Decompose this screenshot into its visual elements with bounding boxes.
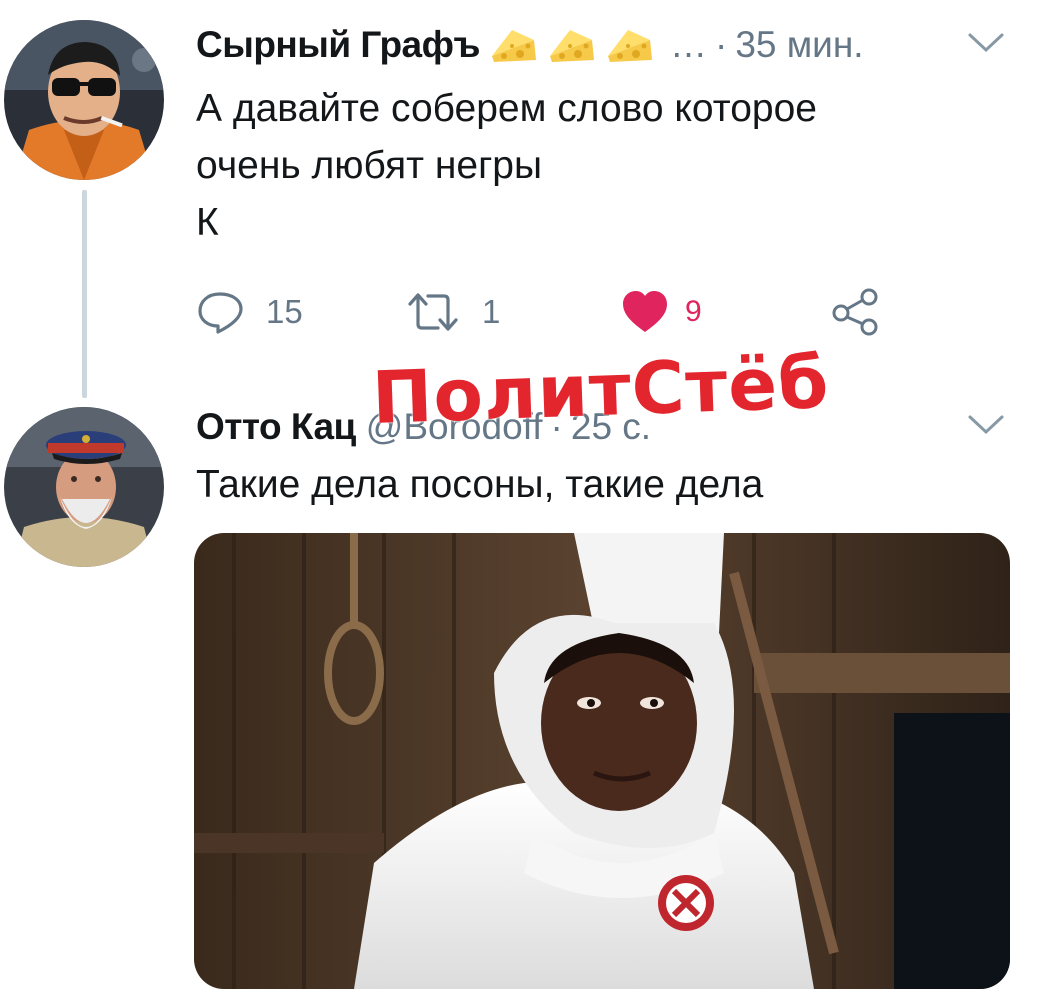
chevron-down-icon[interactable] [966, 412, 1006, 438]
tweet-timestamp[interactable]: 35 мин. [735, 24, 863, 66]
share-icon [832, 288, 878, 336]
retweet-count: 1 [482, 293, 501, 330]
avatar[interactable] [4, 407, 164, 567]
retweet-button[interactable]: 1 [404, 282, 500, 342]
thread-connector-line [82, 190, 87, 398]
separator-dot: · [714, 24, 728, 65]
retweet-icon [408, 293, 458, 331]
avatar-old-man-cap-image [4, 407, 164, 567]
share-button[interactable] [831, 282, 881, 342]
tweet-header: Сырный Графъ … · 35 мин. [196, 20, 864, 70]
tweet-actions: 15 1 9 [196, 282, 916, 342]
name-overflow-ellipsis: … [669, 24, 707, 65]
reply-count: 15 [266, 293, 303, 330]
heart-icon [623, 291, 667, 332]
tweet-text: А давайте соберем слово которое очень лю… [196, 87, 817, 244]
tweet-media-photo[interactable] [194, 533, 1010, 989]
author-name[interactable]: Отто Кац [196, 406, 356, 448]
author-name[interactable]: Сырный Графъ [196, 24, 480, 66]
reply-button[interactable]: 15 [196, 282, 303, 342]
watermark-text: ПолитСтёб [370, 340, 831, 440]
reply-icon [198, 292, 243, 334]
avatar-man-sunglasses-image [4, 20, 164, 180]
tweet-text: Такие дела посоны, такие дела [196, 463, 764, 506]
chevron-down-icon[interactable] [966, 30, 1006, 56]
cheese-emoji-icon [490, 26, 538, 64]
like-count: 9 [685, 295, 702, 328]
cheese-emoji-icon [606, 26, 654, 64]
photo-man-white-robe-barn-image [194, 533, 1010, 989]
cheese-emoji-icon [548, 26, 596, 64]
avatar[interactable] [4, 20, 164, 180]
like-button[interactable]: 9 [621, 282, 702, 342]
